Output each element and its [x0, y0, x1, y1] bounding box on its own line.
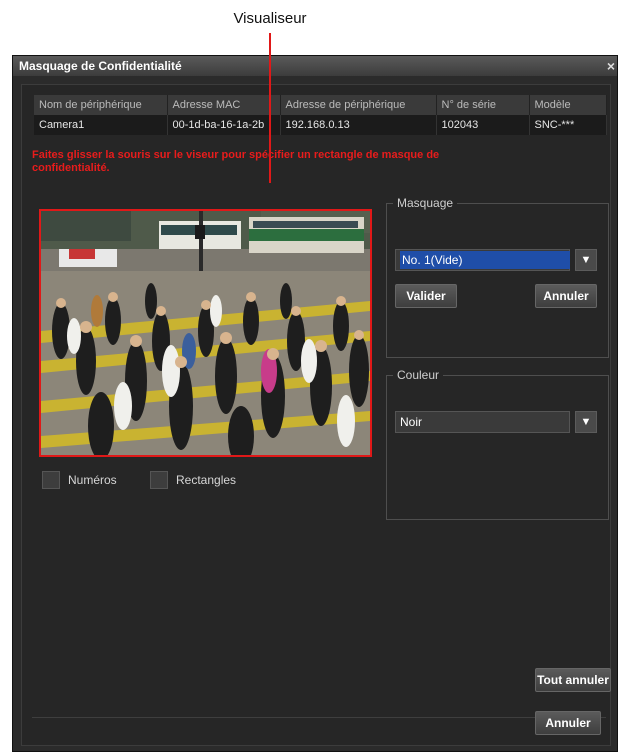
device-table-header: Nom de périphérique Adresse MAC Adresse …: [34, 95, 607, 115]
rectangles-checkbox-label: Rectangles: [176, 473, 237, 487]
device-table: Nom de périphérique Adresse MAC Adresse …: [34, 95, 607, 135]
numbers-checkbox-label: Numéros: [68, 473, 117, 487]
table-row[interactable]: Camera1 00-1d-ba-16-1a-2b 192.168.0.13 1…: [34, 115, 607, 135]
color-select-value: Noir: [400, 415, 423, 429]
cancel-button[interactable]: Annuler: [535, 711, 601, 735]
header-device-address: Adresse de périphérique: [280, 95, 437, 115]
apply-button[interactable]: Valider: [395, 284, 457, 308]
chevron-down-icon[interactable]: ▼: [575, 249, 597, 271]
color-legend: Couleur: [397, 368, 440, 382]
mask-select-value: No. 1(Vide): [400, 251, 570, 269]
privacy-masking-dialog: Masquage de Confidentialité × Nom de pér…: [12, 55, 618, 752]
close-icon[interactable]: ×: [607, 56, 615, 76]
color-group: Couleur: [386, 368, 609, 520]
mask-select[interactable]: No. 1(Vide): [395, 249, 570, 271]
camera-image: [41, 211, 370, 455]
footer-divider: [32, 717, 606, 718]
cancel-all-button[interactable]: Tout annuler: [535, 668, 611, 692]
rectangles-checkbox-row[interactable]: Rectangles: [150, 471, 236, 489]
cell-model: SNC-***: [529, 115, 607, 135]
cell-device-address: 192.168.0.13: [280, 115, 437, 135]
cell-serial-number: 102043: [436, 115, 530, 135]
instruction-text: Faites glisser la souris sur le viseur p…: [32, 149, 440, 174]
cell-mac-address: 00-1d-ba-16-1a-2b: [167, 115, 281, 135]
header-serial-number: N° de série: [436, 95, 530, 115]
dialog-titlebar: Masquage de Confidentialité ×: [13, 56, 617, 76]
numbers-checkbox-row[interactable]: Numéros: [42, 471, 117, 489]
camera-viewer[interactable]: [39, 209, 372, 457]
numbers-checkbox[interactable]: [42, 471, 60, 489]
dialog-content: Nom de périphérique Adresse MAC Adresse …: [21, 84, 611, 746]
mask-cancel-button[interactable]: Annuler: [535, 284, 597, 308]
header-mac-address: Adresse MAC: [167, 95, 281, 115]
dialog-title: Masquage de Confidentialité: [19, 59, 182, 73]
header-model: Modèle: [529, 95, 607, 115]
viewer-callout-line: [269, 33, 271, 183]
header-device-name: Nom de périphérique: [34, 95, 168, 115]
masking-group: Masquage: [386, 196, 609, 358]
chevron-down-icon[interactable]: ▼: [575, 411, 597, 433]
viewer-callout-label: Visualiseur: [233, 10, 307, 27]
rectangles-checkbox[interactable]: [150, 471, 168, 489]
cell-device-name: Camera1: [34, 115, 168, 135]
masking-legend: Masquage: [397, 196, 454, 210]
color-select[interactable]: Noir: [395, 411, 570, 433]
